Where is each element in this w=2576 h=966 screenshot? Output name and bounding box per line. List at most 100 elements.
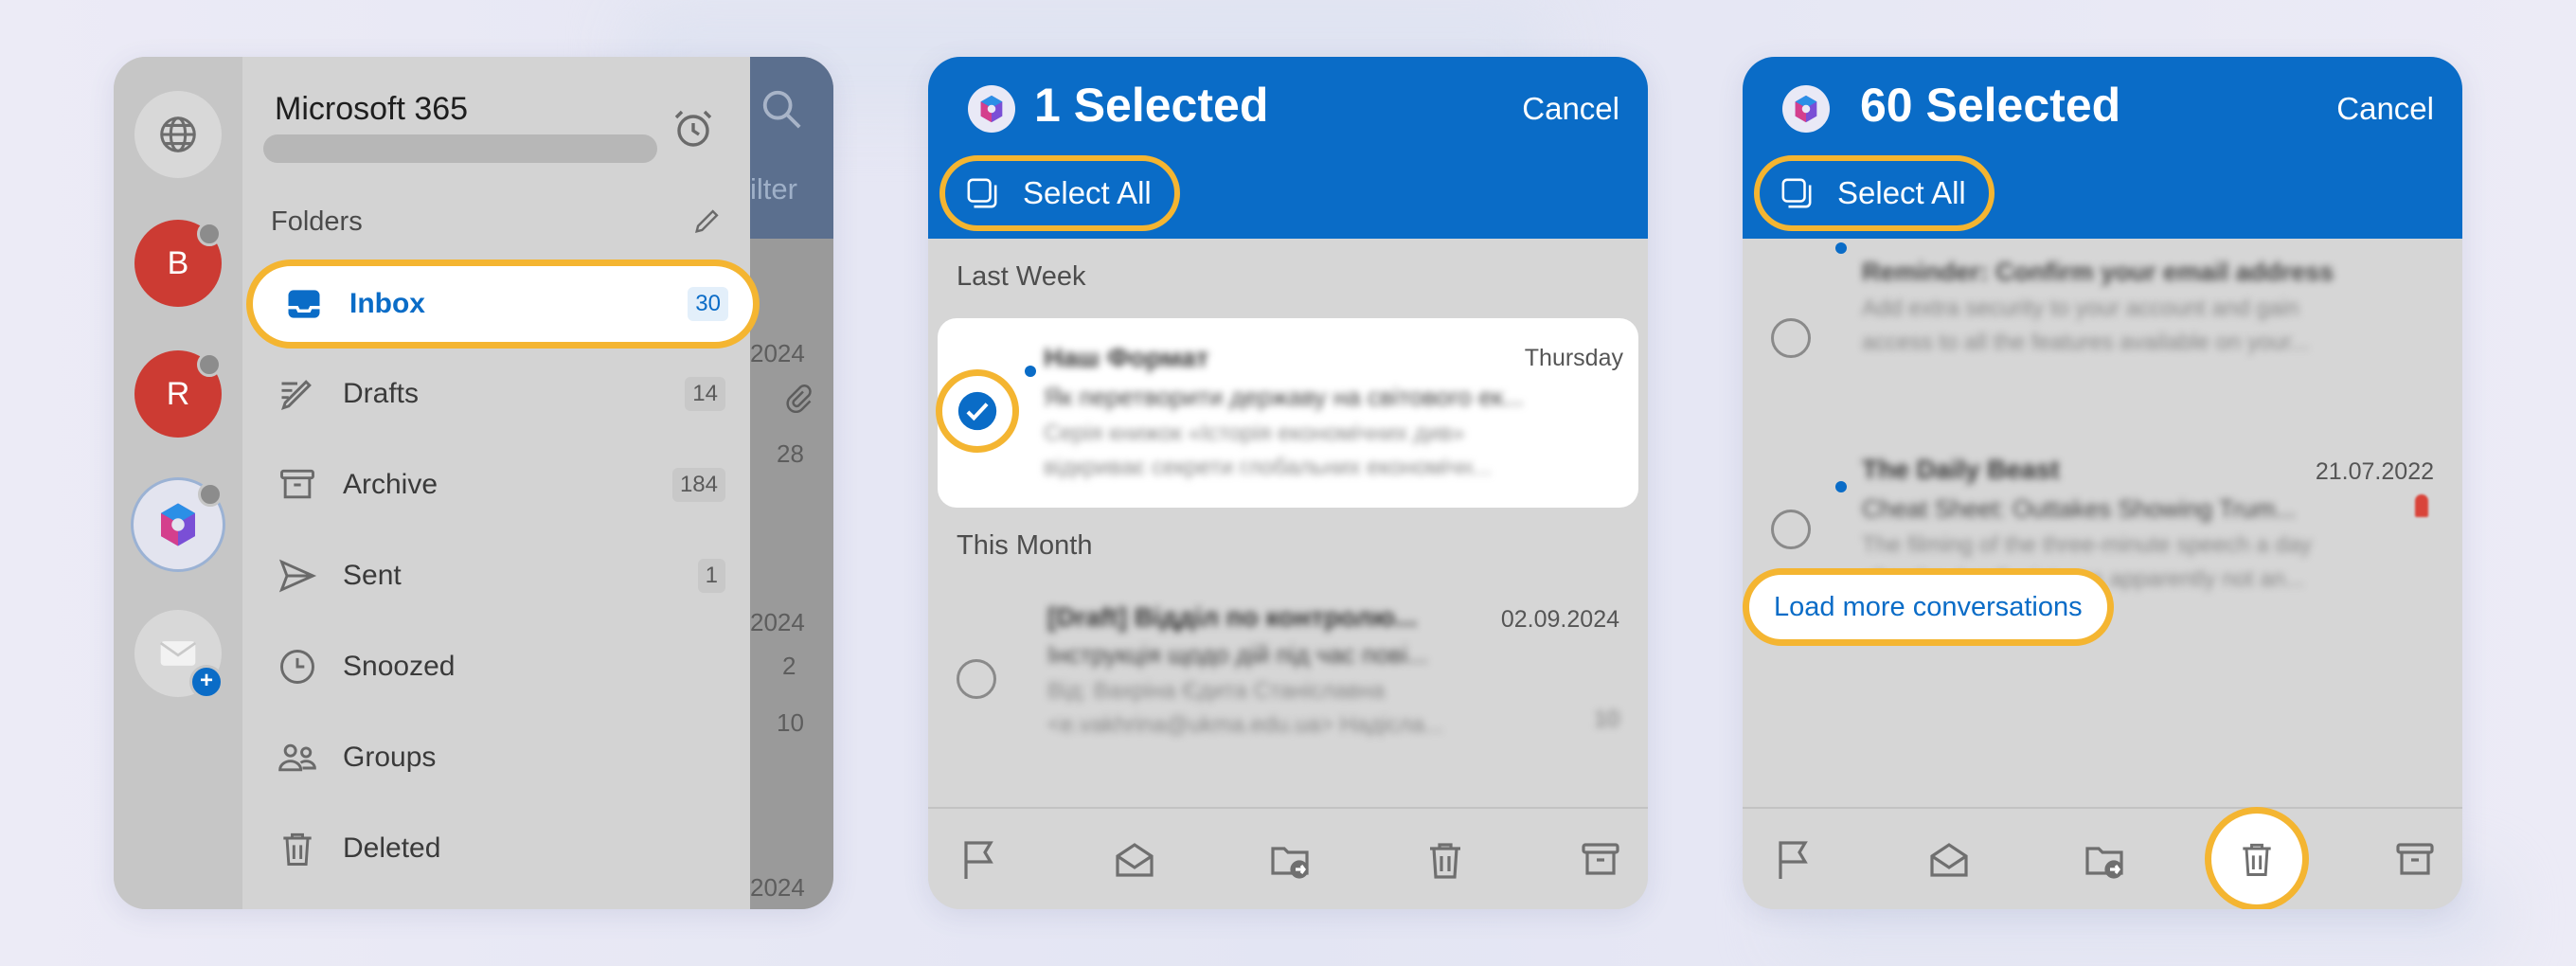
move-folder-icon[interactable] [1267,837,1313,883]
groups-icon [278,743,316,772]
folder-deleted[interactable]: Deleted [271,809,735,888]
section-this-month: This Month [957,530,1093,561]
delete-icon[interactable] [1422,837,1468,883]
email-preview: Від: Вахріна Єдита Станіславна [1047,678,1386,704]
select-all-label: Select All [1023,175,1152,210]
add-mail-account-icon [159,641,197,666]
folder-archive[interactable]: Archive 184 [271,445,735,525]
flag-icon[interactable] [1771,837,1816,883]
avatar-letter: B [167,244,189,281]
select-all-checkbox-icon [1781,178,1812,208]
filter-label[interactable]: ilter [750,172,797,206]
cancel-button[interactable]: Cancel [2336,91,2434,127]
email-subject: Інструкція щодо дій під час пові... [1047,640,1428,669]
account-rail: B R + [114,57,242,909]
m365-logo-icon [1795,95,1817,123]
folder-label: Archive [343,469,438,500]
notification-dot [198,482,223,507]
folder-drawer-panel: ilter 2024 28 2024 2 10 2024 B R + Micro… [114,57,833,909]
email-date: 21.07.2022 [2315,458,2434,485]
email-row[interactable]: [Draft] Відділ по контролю... 02.09.2024… [928,583,1648,807]
folder-count: 1 [697,559,725,593]
mark-read-icon[interactable] [1112,837,1157,883]
behind-year: 2024 [750,339,805,367]
email-subject: Reminder: Confirm your email address [1862,258,2334,286]
behind-count: 28 [777,439,804,468]
notification-dot [197,222,222,246]
folder-label: Sent [343,560,402,591]
pin-icon [2415,494,2428,517]
email-sender: Наш Формат [1044,343,1209,372]
globe-icon [160,116,196,152]
sent-icon [278,559,317,593]
folder-inbox[interactable]: Inbox 30 [246,259,760,349]
delete-button-highlighted[interactable] [2205,807,2309,909]
section-last-week: Last Week [957,261,1086,292]
bulk-action-toolbar [928,807,1648,909]
alarm-clock-icon[interactable] [671,106,716,152]
folder-count: 30 [688,287,728,321]
add-mail-account-button[interactable]: + [134,610,224,699]
email-preview: Add extra security to your account and g… [1862,295,2299,321]
folder-label: Inbox [349,288,425,319]
avatar-letter: R [166,375,190,412]
email-preview: відкриває секрети глобальних економічн..… [1044,455,1492,480]
flag-icon[interactable] [957,837,1002,883]
selection-radio[interactable] [1771,318,1811,358]
m365-logo [1782,85,1830,133]
folder-label: Snoozed [343,651,456,682]
folder-sent[interactable]: Sent 1 [271,536,735,616]
cancel-button[interactable]: Cancel [1522,91,1619,127]
m365-account-button[interactable] [131,477,225,572]
folder-count: 14 [685,377,725,411]
selection-header: 1 Selected Cancel Select All [928,57,1648,239]
behind-year: 2024 [750,608,805,636]
checkmark-icon [957,391,997,431]
selection-radio[interactable] [957,659,996,699]
select-all-checkbox-icon [967,178,997,208]
move-folder-icon[interactable] [2082,837,2127,883]
search-icon[interactable] [760,87,803,131]
folder-groups[interactable]: Groups [271,718,735,797]
selection-radio[interactable] [1771,510,1811,549]
select-all-label: Select All [1837,175,1966,210]
unread-dot [1835,481,1847,492]
email-row-selected[interactable]: Наш Формат Thursday Як перетворити держа… [936,318,1638,508]
deleted-icon [283,832,312,866]
behind-year: 2024 [750,873,805,902]
select-all-button[interactable]: Select All [1754,155,1995,231]
email-preview: <e.vakhrina@ukma.edu.ua> Надісла... [1047,712,1443,738]
unread-dot [1835,242,1847,254]
delete-icon [2243,843,2271,876]
multi-selection-panel: 60 Selected Cancel Select All Reminder: … [1743,57,2462,909]
m365-logo-icon [161,503,195,546]
folder-drawer: Microsoft 365 Folders Inbox 30 Drafts 14… [242,57,760,909]
archive-icon [280,469,314,499]
single-selection-panel: 1 Selected Cancel Select All Last Week Н… [928,57,1648,909]
email-sender: [Draft] Відділ по контролю... [1047,602,1418,632]
selection-count-title: 60 Selected [1860,79,2121,132]
mark-read-icon[interactable] [1926,837,1972,883]
load-more-conversations-button[interactable]: Load more conversations [1743,568,2114,646]
archive-icon[interactable] [1578,837,1623,883]
email-preview: Серія книжок «Історія економічних див» [1044,420,1465,446]
inbox-header-behind [750,57,833,239]
avatar-b[interactable]: B [134,220,222,307]
email-preview: access to all the features available on … [1862,330,2310,355]
folder-count: 184 [671,468,725,502]
inbox-list-behind: ilter 2024 28 2024 2 10 2024 [750,57,833,909]
m365-logo-icon [980,95,1003,123]
folder-drafts[interactable]: Drafts 14 [271,354,735,434]
edit-pencil-icon[interactable] [691,205,724,237]
select-all-button[interactable]: Select All [939,155,1180,231]
email-date: 02.09.2024 [1500,606,1619,633]
selection-checkbox[interactable] [936,369,1019,453]
attachment-icon [786,385,812,413]
email-row[interactable]: Reminder: Confirm your email address Add… [1743,239,2462,419]
avatar-r[interactable]: R [134,350,222,438]
folder-snoozed[interactable]: Snoozed [271,627,735,707]
behind-count: 2 [782,652,796,680]
archive-icon[interactable] [2392,837,2438,883]
globe-account-button[interactable] [134,91,222,178]
app-title: Microsoft 365 [275,91,469,127]
